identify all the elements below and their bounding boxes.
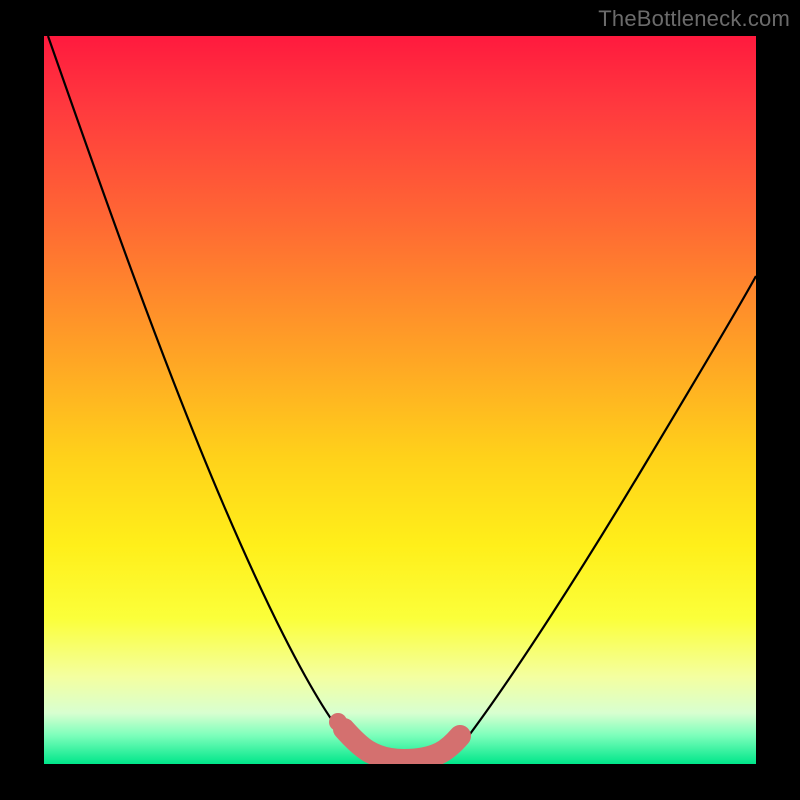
watermark-text: TheBottleneck.com (598, 6, 790, 32)
blob-dot (329, 713, 347, 731)
blob-dot (341, 729, 359, 747)
chart-plot-area (44, 36, 756, 764)
chart-frame: TheBottleneck.com (0, 0, 800, 800)
chart-svg (44, 36, 756, 764)
bottom-blob (344, 729, 460, 760)
bottleneck-curve (48, 36, 756, 763)
